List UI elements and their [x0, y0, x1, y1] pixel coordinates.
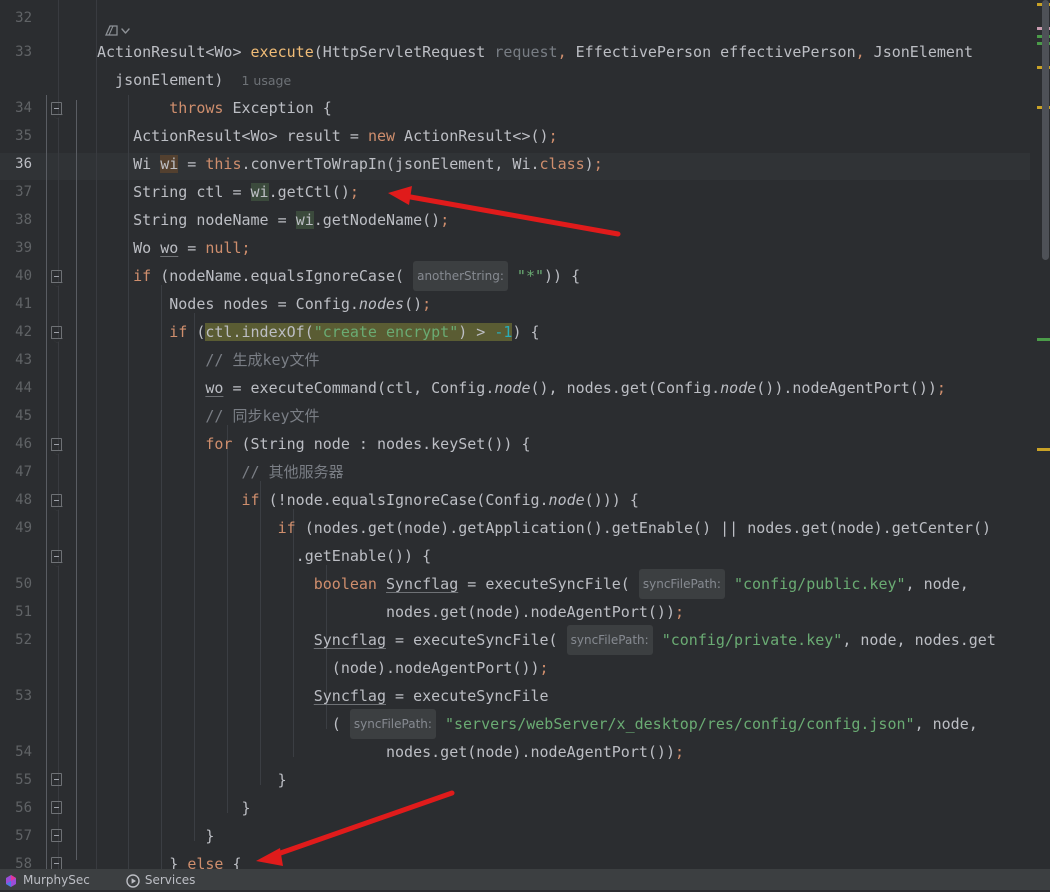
line-number: 58: [15, 856, 32, 869]
code-editor[interactable]: 32 33 34 35 36 37 38 39 40 41 42 43 44 4…: [0, 0, 1050, 869]
inlay-hint-syncfilepath[interactable]: syncFilePath:: [566, 625, 653, 655]
code-line-37[interactable]: String ctl = wi.getCtl();: [97, 178, 359, 206]
line-number: 52: [15, 632, 32, 648]
line-number: 44: [15, 380, 32, 396]
code-line-40[interactable]: if (nodeName.equalsIgnoreCase( anotherSt…: [97, 261, 580, 291]
line-number: 37: [15, 184, 32, 200]
line-number: 34: [15, 100, 32, 116]
code-line-42[interactable]: if (ctl.indexOf("create encrypt") > -1) …: [97, 318, 540, 346]
line-number: 48: [15, 492, 32, 508]
fold-marker-collapse[interactable]: [51, 438, 63, 455]
fold-marker-end[interactable]: [51, 829, 62, 842]
line-number: 49: [15, 520, 32, 536]
code-line-52[interactable]: Syncflag = executeSyncFile( syncFilePath…: [97, 625, 996, 655]
line-number: 42: [15, 324, 32, 340]
line-number: 47: [15, 464, 32, 480]
line-number: 43: [15, 352, 32, 368]
stripe-marker[interactable]: [1037, 338, 1050, 341]
fold-marker-collapse[interactable]: [51, 326, 63, 343]
code-line-43[interactable]: // 生成key文件: [97, 346, 320, 374]
code-line-57[interactable]: }: [97, 822, 214, 850]
code-line-54[interactable]: nodes.get(node).nodeAgentPort());: [97, 738, 684, 766]
code-line-53-continued[interactable]: ( syncFilePath: "servers/webServer/x_des…: [97, 709, 978, 739]
code-line-39[interactable]: Wo wo = null;: [97, 234, 250, 262]
line-number: 45: [15, 408, 32, 424]
inlay-hint-syncfilepath[interactable]: syncFilePath:: [638, 569, 725, 599]
fold-marker-end[interactable]: [51, 857, 62, 869]
fold-rail-inner: [46, 95, 47, 869]
line-number: 33: [15, 44, 32, 60]
code-line-44[interactable]: wo = executeCommand(ctl, Config.node(), …: [97, 374, 946, 402]
code-line-55[interactable]: }: [97, 766, 287, 794]
status-label-services: Services: [144, 872, 196, 887]
line-number: 39: [15, 240, 32, 256]
code-line-38[interactable]: String nodeName = wi.getNodeName();: [97, 206, 449, 234]
line-number: 41: [15, 296, 32, 312]
stripe-marker[interactable]: [1037, 448, 1050, 451]
usage-inlay-hint: 1 usage: [241, 73, 292, 88]
line-number: 38: [15, 212, 32, 228]
code-line-34[interactable]: throws Exception {: [97, 94, 332, 122]
play-circle-icon: [126, 873, 140, 888]
code-line-33[interactable]: ActionResult<Wo> execute(HttpServletRequ…: [97, 38, 973, 66]
line-number: 40: [15, 268, 32, 284]
code-line-56[interactable]: }: [97, 794, 250, 822]
line-number: 57: [15, 828, 32, 844]
code-line-58[interactable]: } else {: [97, 850, 241, 869]
line-number: 53: [15, 688, 32, 704]
status-label-murphysec: MurphySec: [23, 872, 90, 887]
code-line-48[interactable]: if (!node.equalsIgnoreCase(Config.node()…: [97, 486, 639, 514]
editor-scrollbar-thumb[interactable]: [1042, 0, 1049, 260]
line-number: 46: [15, 436, 32, 452]
code-line-45[interactable]: // 同步key文件: [97, 402, 320, 430]
code-comment: // 生成key文件: [205, 351, 320, 369]
code-comment: // 同步key文件: [205, 407, 320, 425]
fold-marker-end[interactable]: [51, 801, 62, 814]
inlay-hint-anotherstring[interactable]: anotherString:: [413, 261, 508, 291]
code-line-47[interactable]: // 其他服务器: [97, 458, 344, 486]
murphysec-icon: [4, 873, 18, 887]
code-line-53[interactable]: Syncflag = executeSyncFile: [97, 682, 549, 710]
code-line-49-continued[interactable]: .getEnable()) {: [97, 542, 431, 570]
status-item-murphysec[interactable]: MurphySec: [0, 869, 100, 890]
gutter-separator: [58, 0, 59, 869]
line-number: 54: [15, 744, 32, 760]
code-line-46[interactable]: for (String node : nodes.keySet()) {: [97, 430, 530, 458]
line-number: 55: [15, 772, 32, 788]
code-line-33-continued[interactable]: jsonElement) 1 usage: [97, 66, 291, 94]
status-bar: MurphySec Services: [0, 869, 1050, 890]
status-item-services[interactable]: Services: [122, 869, 206, 890]
fold-rail: [76, 100, 77, 860]
line-number: 56: [15, 800, 32, 816]
code-line-41[interactable]: Nodes nodes = Config.nodes();: [97, 290, 431, 318]
code-line-35[interactable]: ActionResult<Wo> result = new ActionResu…: [97, 122, 557, 150]
fold-marker-end[interactable]: [51, 773, 62, 786]
line-number: 32: [15, 10, 32, 26]
fold-marker-collapse[interactable]: [51, 270, 63, 287]
line-number: 50: [15, 576, 32, 592]
line-number-current: 36: [15, 156, 32, 172]
fold-marker-collapse[interactable]: [51, 102, 63, 119]
code-line-52-continued[interactable]: (node).nodeAgentPort());: [97, 654, 549, 682]
fold-marker-collapse[interactable]: [51, 550, 63, 567]
code-line-51[interactable]: nodes.get(node).nodeAgentPort());: [97, 598, 684, 626]
line-number: 51: [15, 604, 32, 620]
fold-marker-collapse[interactable]: [51, 494, 63, 511]
code-line-36[interactable]: Wi wi = this.convertToWrapIn(jsonElement…: [97, 150, 603, 178]
code-comment: // 其他服务器: [241, 463, 344, 481]
inlay-hint-syncfilepath[interactable]: syncFilePath:: [349, 709, 436, 739]
code-line-49[interactable]: if (nodes.get(node).getApplication().get…: [97, 514, 991, 542]
code-line-50[interactable]: boolean Syncflag = executeSyncFile( sync…: [97, 569, 969, 599]
ide-window: 32 33 34 35 36 37 38 39 40 41 42 43 44 4…: [0, 0, 1050, 890]
line-number: 35: [15, 128, 32, 144]
